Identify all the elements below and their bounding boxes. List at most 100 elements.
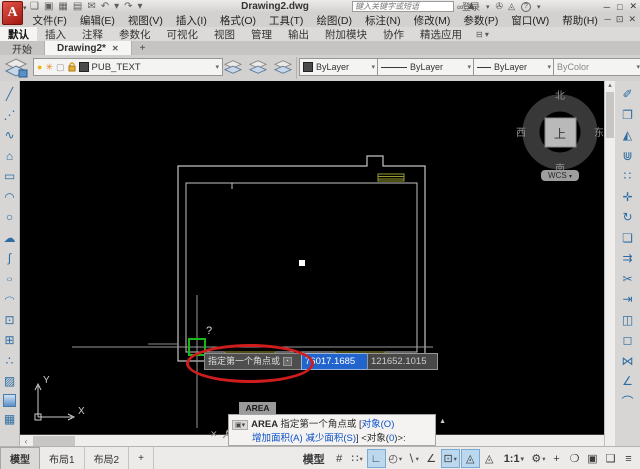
application-menu-arrow-icon[interactable]: ▾: [23, 4, 27, 12]
workspace-switching-icon-dropdown-arrow[interactable]: ▾: [542, 455, 545, 463]
ribbon-tab-manage[interactable]: 管理: [243, 27, 280, 41]
insert-block-tool-button[interactable]: ⊡: [2, 312, 18, 328]
polar-tracking-icon-dropdown-arrow[interactable]: ▾: [399, 455, 402, 463]
menu-item-draw[interactable]: 绘图(D): [310, 13, 359, 28]
annotation-scale-button-dropdown-arrow[interactable]: ▾: [521, 455, 524, 463]
annotation-scale-button[interactable]: 1:1▾: [499, 450, 529, 467]
model-tab[interactable]: 模型: [0, 447, 40, 469]
plot-style-dropdown[interactable]: ByColor ▾: [553, 58, 640, 76]
command-scroll-up-icon[interactable]: ▲: [439, 418, 446, 425]
viewcube[interactable]: 上 北 南 西 东: [516, 90, 604, 175]
ribbon-tab-addins[interactable]: 附加模块: [317, 27, 375, 41]
array-tool-button[interactable]: ∷: [620, 168, 636, 184]
redo-button[interactable]: ↷: [124, 0, 132, 13]
copy-tool-button[interactable]: ❐: [620, 107, 636, 123]
menu-item-modify[interactable]: 修改(M): [407, 13, 457, 28]
undo-dropdown[interactable]: ▾: [114, 0, 119, 13]
file-tab-drawing2-tab[interactable]: Drawing2*✕: [45, 41, 132, 55]
ribbon-tab-insert[interactable]: 插入: [37, 27, 74, 41]
isometric-drafting-icon-dropdown-arrow[interactable]: ▾: [416, 455, 419, 463]
graphics-performance-icon[interactable]: ▣: [584, 450, 601, 467]
lineweight-dropdown[interactable]: ByLayer ▾: [473, 58, 555, 76]
wcs-dropdown-button[interactable]: WCS ▾: [541, 170, 579, 181]
trim-tool-button[interactable]: ✂: [620, 271, 636, 287]
break-at-point-tool-button[interactable]: ◫: [620, 312, 636, 328]
a360-icon[interactable]: ◬: [508, 1, 515, 12]
isometric-drafting-icon[interactable]: ∖▾: [405, 450, 422, 467]
model-space-button[interactable]: 模型: [298, 450, 330, 467]
ellipse-arc-tool-button[interactable]: ◠: [2, 291, 18, 307]
annotation-monitor-icon[interactable]: +: [548, 450, 565, 467]
viewcube-west-label[interactable]: 西: [516, 128, 526, 139]
command-line-window[interactable]: ▣▾AREA 指定第一个角点或 [对象(O) 增加面积(A) 减少面积(S)] …: [228, 414, 436, 446]
menu-item-file[interactable]: 文件(F): [26, 13, 73, 28]
snap-mode-icon-dropdown-arrow[interactable]: ▾: [360, 455, 363, 463]
polygon-tool-button[interactable]: ⌂: [2, 148, 18, 164]
layer-properties-button[interactable]: [4, 58, 28, 78]
layout2-tab[interactable]: 布局2: [85, 447, 130, 469]
file-tab-start-tab[interactable]: 开始: [0, 41, 45, 55]
drawing-canvas[interactable]: ? Y X 上 北 南 西 东 WCS ▾: [20, 81, 604, 446]
ribbon-tab-featured-apps[interactable]: 精选应用: [412, 27, 470, 41]
new-layout-tab[interactable]: +: [129, 447, 154, 469]
clean-screen-icon[interactable]: ❑: [602, 450, 619, 467]
help-icon[interactable]: ?: [521, 2, 531, 12]
vertical-scroll-thumb[interactable]: [606, 92, 614, 138]
save-button[interactable]: ▣: [44, 0, 53, 13]
menu-item-dimension[interactable]: 标注(N): [359, 13, 408, 28]
stretch-tool-button[interactable]: ⇉: [620, 250, 636, 266]
customize-icon[interactable]: ≡: [620, 450, 637, 467]
viewcube-east-label[interactable]: 东: [594, 126, 604, 139]
menu-item-insert[interactable]: 插入(I): [169, 13, 213, 28]
color-dropdown-arrow-icon[interactable]: ▾: [371, 63, 375, 71]
object-snap-icon[interactable]: ⊡▾: [441, 449, 460, 468]
plot-style-dropdown-arrow-icon[interactable]: ▾: [636, 63, 640, 71]
ribbon-tab-view[interactable]: 视图: [206, 27, 243, 41]
create-block-tool-button[interactable]: ⊞: [2, 332, 18, 348]
doc-restore-button[interactable]: ⊡: [616, 14, 624, 25]
search-input[interactable]: [352, 1, 454, 12]
chamfer-tool-button[interactable]: ∠: [620, 373, 636, 389]
command-keyword[interactable]: 对象(O): [362, 419, 395, 430]
break-tool-button[interactable]: ◻: [620, 332, 636, 348]
object-snap-tracking-icon[interactable]: ∠: [423, 450, 440, 467]
ellipse-tool-button[interactable]: ○: [2, 271, 18, 287]
scroll-left-icon[interactable]: ‹: [20, 437, 32, 446]
open-button[interactable]: ❏: [30, 0, 39, 13]
command-keyword[interactable]: 增加面积(A): [252, 433, 303, 444]
gradient-tool-button[interactable]: ▩: [3, 394, 16, 407]
spline-tool-button[interactable]: ∫: [2, 250, 18, 266]
doc-close-button[interactable]: ✕: [628, 14, 636, 25]
menu-item-window[interactable]: 窗口(W): [505, 13, 556, 28]
lineweight-dropdown-arrow-icon[interactable]: ▾: [547, 63, 551, 71]
polar-tracking-icon[interactable]: ◴▾: [387, 450, 404, 467]
revision-cloud-tool-button[interactable]: ☁: [2, 230, 18, 246]
sign-in-label[interactable]: 登录: [462, 0, 480, 13]
layer-previous-button[interactable]: [249, 59, 267, 75]
application-menu-button[interactable]: A: [2, 1, 23, 25]
doc-minimize-button[interactable]: ─: [605, 14, 611, 25]
layer-states-button[interactable]: [274, 59, 292, 75]
help-dropdown-icon[interactable]: ▾: [537, 3, 541, 11]
ribbon-tab-annotate[interactable]: 注释: [74, 27, 111, 41]
extend-tool-button[interactable]: ⇥: [620, 291, 636, 307]
layer-dropdown-arrow-icon[interactable]: ▾: [215, 63, 219, 71]
horizontal-scroll-thumb[interactable]: [33, 436, 75, 446]
menu-item-help[interactable]: 帮助(H): [556, 13, 605, 28]
maximize-button[interactable]: □: [617, 2, 622, 12]
plot-button[interactable]: ▤: [73, 0, 82, 13]
arc-tool-button[interactable]: ◠: [2, 189, 18, 205]
table-tool-button[interactable]: ▦: [2, 411, 18, 427]
workspace-switching-icon[interactable]: ⚙▾: [530, 450, 547, 467]
polyline-tool-button[interactable]: ∿: [2, 127, 18, 143]
file-tab-close-icon[interactable]: ✕: [112, 44, 119, 53]
scroll-up-icon[interactable]: ▴: [608, 82, 612, 89]
offset-tool-button[interactable]: ⋓: [620, 148, 636, 164]
circle-tool-button[interactable]: ○: [2, 209, 18, 225]
construction-line-tool-button[interactable]: ⋰: [2, 107, 18, 123]
save-as-button[interactable]: ▦: [58, 0, 67, 13]
line-tool-button[interactable]: ╱: [2, 86, 18, 102]
command-keyword[interactable]: 减少面积(S): [305, 433, 356, 444]
hatch-tool-button[interactable]: ▨: [2, 373, 18, 389]
menu-item-format[interactable]: 格式(O): [213, 13, 262, 28]
